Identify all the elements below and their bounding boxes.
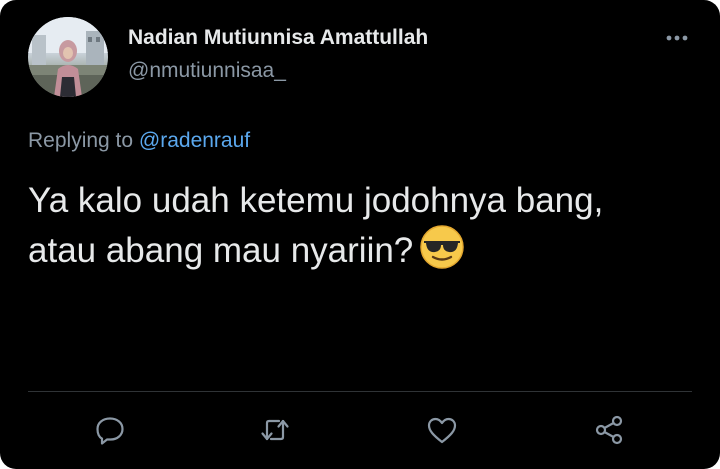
like-button[interactable] — [425, 415, 459, 449]
replying-to-label: Replying to — [28, 129, 134, 152]
sunglasses-emoji-icon — [419, 224, 465, 282]
avatar[interactable] — [28, 17, 108, 97]
tweet-card[interactable]: Nadian Mutiunnisa Amattullah @nmutiunnis… — [0, 0, 720, 469]
tweet-text: Ya kalo udah ketemu jodohnya bang, atau … — [28, 178, 688, 282]
user-handle[interactable]: @nmutiunnisaa_ — [128, 58, 286, 84]
more-options-icon[interactable] — [662, 28, 692, 48]
display-name[interactable]: Nadian Mutiunnisa Amattullah — [128, 26, 428, 50]
tweet-text-line-1: Ya kalo udah ketemu jodohnya bang, — [28, 181, 604, 220]
reply-icon — [93, 413, 127, 452]
tweet-text-line-2-text: atau abang mau nyariin? — [28, 231, 414, 270]
retweet-icon — [258, 413, 292, 452]
share-button[interactable] — [592, 415, 626, 449]
avatar-photo — [28, 17, 108, 97]
share-icon — [592, 413, 626, 452]
retweet-button[interactable] — [258, 415, 292, 449]
tweet-text-line-2: atau abang mau nyariin? — [28, 224, 688, 282]
reply-mention-link[interactable]: @radenrauf — [139, 129, 250, 152]
reply-button[interactable] — [93, 415, 127, 449]
divider — [28, 391, 692, 392]
like-icon — [425, 413, 459, 452]
replying-to: Replying to @radenrauf — [28, 128, 250, 154]
